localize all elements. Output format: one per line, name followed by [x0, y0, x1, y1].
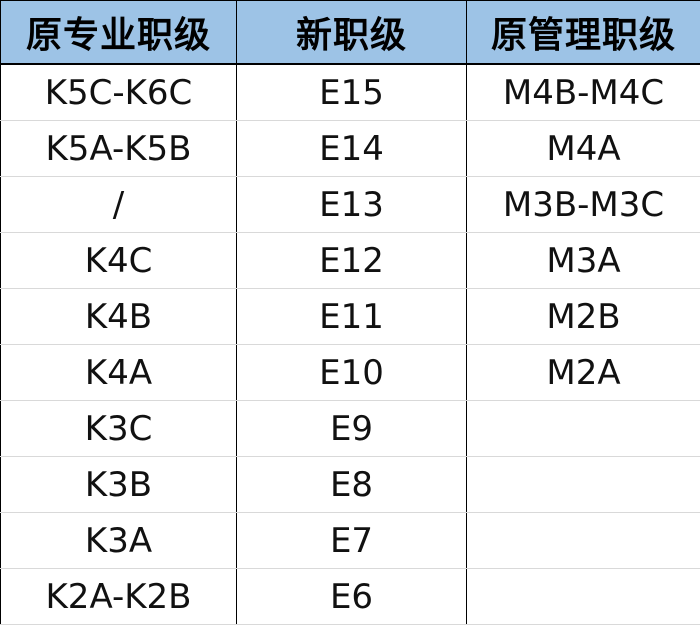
cell-management-grade [466, 568, 700, 625]
table-row: K2A-K2B E6 [0, 568, 700, 625]
cell-professional-grade: K5C-K6C [0, 64, 237, 121]
cell-new-grade: E14 [236, 120, 467, 177]
header-new-grade: 新职级 [236, 0, 467, 65]
cell-professional-grade: / [0, 176, 237, 233]
cell-new-grade: E12 [236, 232, 467, 289]
cell-professional-grade: K2A-K2B [0, 568, 237, 625]
cell-professional-grade: K4C [0, 232, 237, 289]
cell-management-grade: M4B-M4C [466, 64, 700, 121]
cell-management-grade: M2A [466, 344, 700, 401]
table-row: / E13 M3B-M3C [0, 176, 700, 233]
header-management-grade: 原管理职级 [466, 0, 700, 65]
cell-new-grade: E8 [236, 456, 467, 513]
cell-management-grade [466, 512, 700, 569]
table-row: K5A-K5B E14 M4A [0, 120, 700, 177]
cell-professional-grade: K4A [0, 344, 237, 401]
cell-professional-grade: K4B [0, 288, 237, 345]
cell-management-grade: M3A [466, 232, 700, 289]
table-header: 原专业职级 新职级 原管理职级 [0, 0, 700, 65]
cell-new-grade: E10 [236, 344, 467, 401]
cell-management-grade [466, 456, 700, 513]
cell-new-grade: E6 [236, 568, 467, 625]
table-row: K4B E11 M2B [0, 288, 700, 345]
cell-new-grade: E11 [236, 288, 467, 345]
cell-new-grade: E13 [236, 176, 467, 233]
cell-new-grade: E7 [236, 512, 467, 569]
cell-professional-grade: K3B [0, 456, 237, 513]
cell-management-grade: M2B [466, 288, 700, 345]
table-row: K3C E9 [0, 400, 700, 457]
cell-new-grade: E9 [236, 400, 467, 457]
cell-new-grade: E15 [236, 64, 467, 121]
header-professional-grade: 原专业职级 [0, 0, 237, 65]
header-row: 原专业职级 新职级 原管理职级 [0, 0, 700, 65]
cell-professional-grade: K3C [0, 400, 237, 457]
table-body: K5C-K6C E15 M4B-M4C K5A-K5B E14 M4A / E1… [0, 64, 700, 625]
cell-management-grade: M3B-M3C [466, 176, 700, 233]
table-row: K4C E12 M3A [0, 232, 700, 289]
table-row: K5C-K6C E15 M4B-M4C [0, 64, 700, 121]
table-row: K3B E8 [0, 456, 700, 513]
cell-management-grade: M4A [466, 120, 700, 177]
cell-professional-grade: K3A [0, 512, 237, 569]
cell-management-grade [466, 400, 700, 457]
table-row: K4A E10 M2A [0, 344, 700, 401]
grade-mapping-table: 原专业职级 新职级 原管理职级 K5C-K6C E15 M4B-M4C K5A-… [0, 0, 700, 625]
table-row: K3A E7 [0, 512, 700, 569]
cell-professional-grade: K5A-K5B [0, 120, 237, 177]
